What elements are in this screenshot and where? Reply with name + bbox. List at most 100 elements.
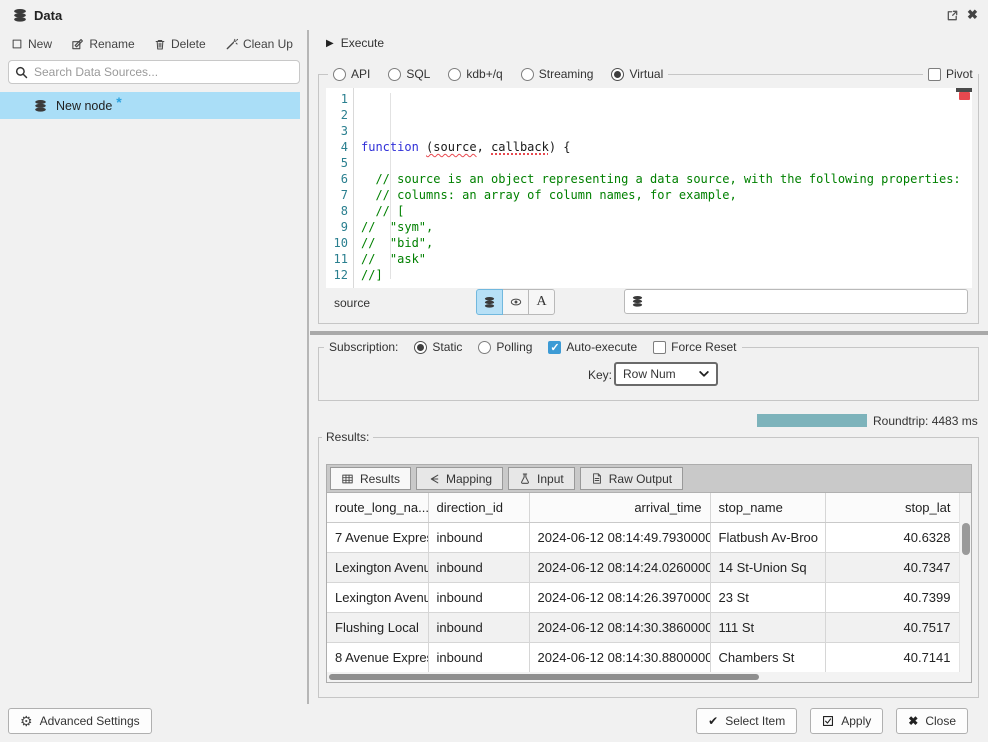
new-label: New [28, 37, 52, 51]
column-header-stop_lat[interactable]: stop_lat [825, 493, 959, 522]
table-horizontal-scrollbar[interactable] [327, 672, 971, 682]
line-number: 8 [326, 203, 348, 219]
table-cell: inbound [428, 612, 529, 642]
select-item-label: Select Item [725, 714, 785, 728]
mode-radio-label: kdb+/q [466, 67, 502, 81]
close-icon[interactable]: ✖ [967, 7, 978, 23]
popout-icon[interactable] [946, 9, 959, 22]
force-reset-checkbox[interactable]: Force Reset [653, 340, 736, 354]
clean-up-label: Clean Up [243, 37, 293, 51]
table-cell: inbound [428, 642, 529, 672]
table-row[interactable]: Lexington Avenuinbound2024-06-12 08:14:2… [327, 582, 959, 612]
line-number: 5 [326, 155, 348, 171]
table-row[interactable]: Flushing Localinbound2024-06-12 08:14:30… [327, 612, 959, 642]
table-icon [341, 473, 354, 485]
tree-item-label: New node [56, 99, 112, 113]
column-header-arrival_time[interactable]: arrival_time [529, 493, 710, 522]
advanced-settings-button[interactable]: ⚙ Advanced Settings [8, 708, 152, 734]
database-icon [483, 296, 496, 309]
scrollbar-handle[interactable] [962, 523, 970, 555]
code-line: // [ [361, 203, 972, 219]
rename-button[interactable]: Rename [68, 35, 137, 53]
tab-label: Results [360, 472, 400, 486]
pencil-icon [71, 38, 84, 51]
tab-mapping[interactable]: Mapping [416, 467, 503, 490]
static-label: Static [432, 340, 462, 354]
radio-icon [333, 68, 346, 81]
panel-splitter-vertical[interactable] [307, 30, 309, 704]
tab-input[interactable]: Input [508, 467, 575, 490]
key-select[interactable]: Row Num [614, 362, 718, 386]
code-line [361, 283, 972, 288]
column-header-stop_name[interactable]: stop_name [710, 493, 825, 522]
table-cell: 111 St [710, 612, 825, 642]
mode-radio-streaming[interactable]: Streaming [521, 67, 594, 81]
radio-icon [611, 68, 624, 81]
mode-radio-api[interactable]: API [333, 67, 370, 81]
close-label: Close [925, 714, 956, 728]
source-value-input[interactable] [650, 295, 961, 309]
tree-item-new-node[interactable]: New node * [0, 92, 300, 119]
radio-icon [521, 68, 534, 81]
results-table-body: 7 Avenue Expresinbound2024-06-12 08:14:4… [327, 522, 959, 672]
new-button[interactable]: New [8, 35, 55, 53]
key-selected-value: Row Num [623, 367, 676, 381]
data-source-dialog: Data ✖ New Rename Delete Clean Up New no… [0, 0, 988, 742]
code-line: // "ask" [361, 251, 972, 267]
delete-button[interactable]: Delete [151, 35, 209, 53]
checkbox-icon [928, 68, 941, 81]
column-header-route_long_na[interactable]: route_long_na... [327, 493, 428, 522]
tab-label: Raw Output [609, 472, 672, 486]
roundtrip-label: Roundtrip: 4483 ms [873, 414, 978, 428]
apply-button[interactable]: Apply [810, 708, 883, 734]
source-value-box [624, 289, 968, 314]
table-cell: inbound [428, 522, 529, 552]
column-header-direction_id[interactable]: direction_id [428, 493, 529, 522]
subscription-label: Subscription: [329, 340, 398, 354]
auto-execute-checkbox[interactable]: Auto-execute [548, 340, 637, 354]
view-toggle-button[interactable] [502, 289, 529, 315]
panel-splitter-horizontal[interactable] [310, 331, 988, 335]
table-row[interactable]: 7 Avenue Expresinbound2024-06-12 08:14:4… [327, 522, 959, 552]
line-number: 6 [326, 171, 348, 187]
mode-radio-group: API SQL kdb+/q Streaming Virtual [328, 66, 668, 82]
clean-up-button[interactable]: Clean Up [222, 35, 296, 53]
auto-execute-label: Auto-execute [566, 340, 637, 354]
tab-raw-output[interactable]: Raw Output [580, 467, 683, 490]
text-toggle-button[interactable]: A [528, 289, 555, 315]
table-cell: Lexington Avenu [327, 552, 428, 582]
pivot-checkbox[interactable]: Pivot [923, 66, 978, 82]
line-number: 7 [326, 187, 348, 203]
code-editor[interactable]: 123456789101112 function (source, callba… [326, 88, 972, 288]
table-cell: 2024-06-12 08:14:30.880000000 [529, 642, 710, 672]
scrollbar-handle[interactable] [329, 674, 759, 680]
new-icon [11, 38, 23, 50]
code-line: // "sym", [361, 219, 972, 235]
table-vertical-scrollbar[interactable] [959, 493, 971, 673]
indent-guide [390, 93, 391, 279]
tab-results[interactable]: Results [330, 467, 411, 490]
tab-label: Mapping [446, 472, 492, 486]
execute-label: Execute [341, 36, 384, 50]
tab-label: Input [537, 472, 564, 486]
table-row[interactable]: 8 Avenue Expresinbound2024-06-12 08:14:3… [327, 642, 959, 672]
table-row[interactable]: Lexington Avenuinbound2024-06-12 08:14:2… [327, 552, 959, 582]
footer-actions: ✔ Select Item Apply ✖ Close [696, 708, 968, 734]
results-box: Results Mapping Input Raw Output route_long… [326, 464, 972, 683]
subscription-radio-static[interactable]: Static [414, 340, 462, 354]
mode-radio-kdb-q[interactable]: kdb+/q [448, 67, 502, 81]
database-icon [12, 8, 28, 23]
flask-icon [519, 472, 531, 485]
mode-radio-sql[interactable]: SQL [388, 67, 430, 81]
execute-button[interactable]: ▶ Execute [326, 36, 384, 50]
checkbox-check-icon [822, 715, 834, 727]
mode-radio-virtual[interactable]: Virtual [611, 67, 663, 81]
datasource-toggle-button[interactable] [476, 289, 503, 315]
modified-marker: * [116, 94, 121, 110]
search-input[interactable] [34, 65, 293, 79]
close-button[interactable]: ✖ Close [896, 708, 968, 734]
subscription-radio-polling[interactable]: Polling [478, 340, 532, 354]
select-item-button[interactable]: ✔ Select Item [696, 708, 797, 734]
database-icon [631, 295, 644, 308]
search-box [8, 60, 300, 84]
